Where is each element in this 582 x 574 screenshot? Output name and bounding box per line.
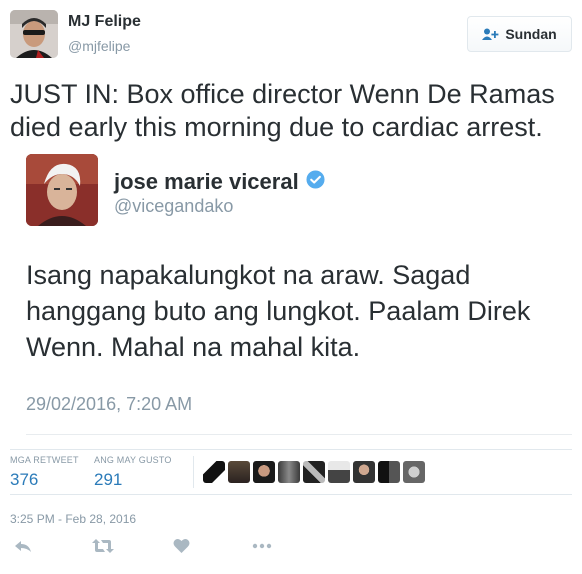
liker-avatar[interactable] [378, 461, 400, 483]
author-name[interactable]: MJ Felipe [68, 13, 141, 31]
follow-person-icon [482, 28, 499, 41]
liker-avatar[interactable] [328, 461, 350, 483]
quoted-name-text: jose marie viceral [114, 169, 299, 194]
retweet-count: 376 [10, 470, 39, 489]
like-count: 291 [94, 470, 123, 489]
author-avatar[interactable] [10, 10, 58, 58]
stats-divider [193, 456, 194, 488]
quoted-date: 29/02/2016, 7:20 AM [26, 394, 193, 414]
verified-badge-icon [306, 169, 325, 195]
liker-avatar[interactable] [278, 461, 300, 483]
liker-avatar[interactable] [353, 461, 375, 483]
tweet-timestamp[interactable]: 3:25 PM - Feb 28, 2016 [10, 512, 136, 526]
tweet-actions [10, 538, 310, 562]
quoted-avatar[interactable] [26, 154, 98, 226]
tweet-text: JUST IN: Box office director Wenn De Ram… [10, 79, 555, 142]
liker-avatar[interactable] [228, 461, 250, 483]
more-dots-icon[interactable] [252, 538, 272, 559]
follow-label: Sundan [505, 26, 557, 42]
tweet-header: MJ Felipe @mjfelipe Sundan [10, 10, 572, 62]
like-stat[interactable]: ANG MAY GUSTO 291 [94, 455, 172, 490]
liker-avatar[interactable] [403, 461, 425, 483]
reply-icon[interactable] [14, 538, 32, 559]
quoted-name[interactable]: jose marie viceral [114, 169, 325, 195]
liker-avatars [203, 461, 425, 483]
follow-button[interactable]: Sundan [467, 16, 572, 52]
like-stat-label: ANG MAY GUSTO [94, 455, 172, 465]
author-handle[interactable]: @mjfelipe [68, 38, 130, 54]
retweet-stat[interactable]: MGA RETWEET 376 [10, 455, 79, 490]
quoted-handle[interactable]: @vicegandako [114, 196, 233, 217]
quoted-text: Isang napakalungkot na araw. Sagad hangg… [26, 260, 531, 362]
quoted-tweet[interactable]: jose marie viceral @vicegandako Isang na… [10, 141, 572, 441]
retweet-icon[interactable] [92, 538, 114, 559]
liker-avatar[interactable] [253, 461, 275, 483]
tweet-stats: MGA RETWEET 376 ANG MAY GUSTO 291 [10, 449, 572, 495]
liker-avatar[interactable] [303, 461, 325, 483]
quoted-divider [26, 434, 572, 435]
like-heart-icon[interactable] [173, 538, 190, 559]
liker-avatar[interactable] [203, 461, 225, 483]
retweet-stat-label: MGA RETWEET [10, 455, 79, 465]
